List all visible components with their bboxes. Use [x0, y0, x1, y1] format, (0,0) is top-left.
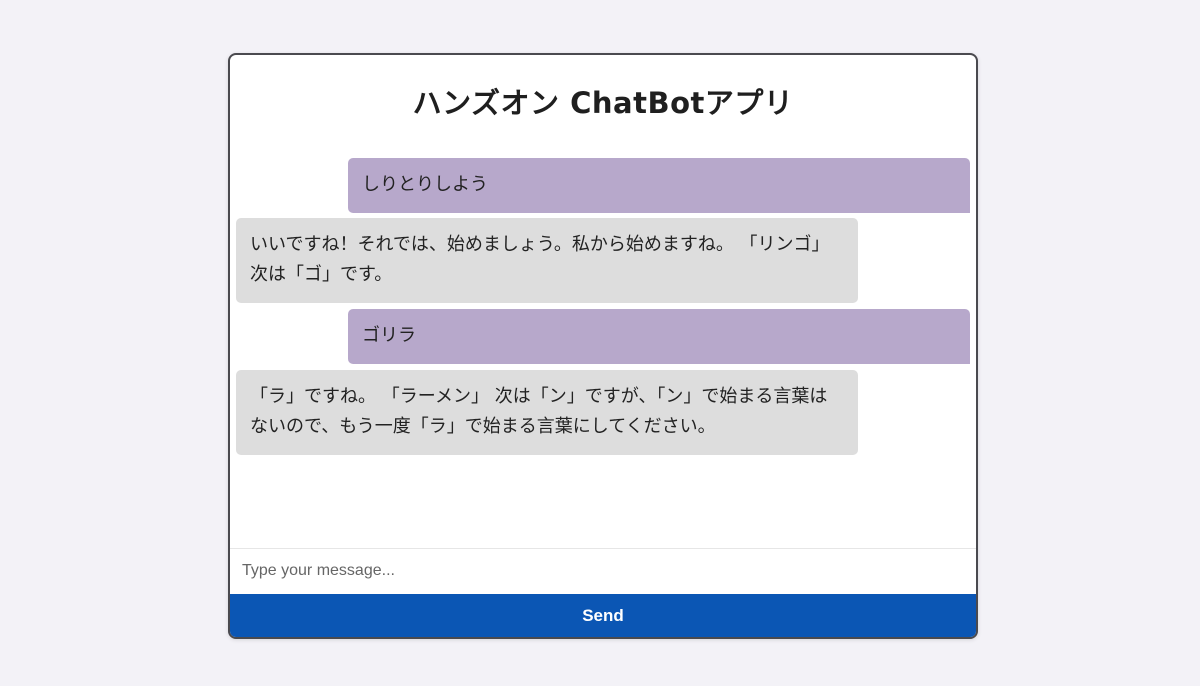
- message-input[interactable]: [230, 549, 976, 593]
- page-title: ハンズオン ChatBotアプリ: [412, 86, 794, 120]
- bot-message: いいですね！それでは、始めましょう。私から始めますね。 「リンゴ」 次は「ゴ」で…: [236, 218, 858, 303]
- bot-message: 「ラ」ですね。 「ラーメン」 次は「ン」ですが、「ン」で始まる言葉はないので、も…: [236, 370, 858, 455]
- send-button[interactable]: Send: [230, 594, 976, 637]
- user-message: ゴリラ: [348, 309, 970, 364]
- user-message: しりとりしよう: [348, 158, 970, 213]
- message-input-row: [230, 548, 976, 594]
- chat-window: ハンズオン ChatBotアプリ しりとりしよう いいですね！それでは、始めまし…: [228, 53, 978, 639]
- message-list: しりとりしよう いいですね！それでは、始めましょう。私から始めますね。 「リンゴ…: [230, 155, 976, 547]
